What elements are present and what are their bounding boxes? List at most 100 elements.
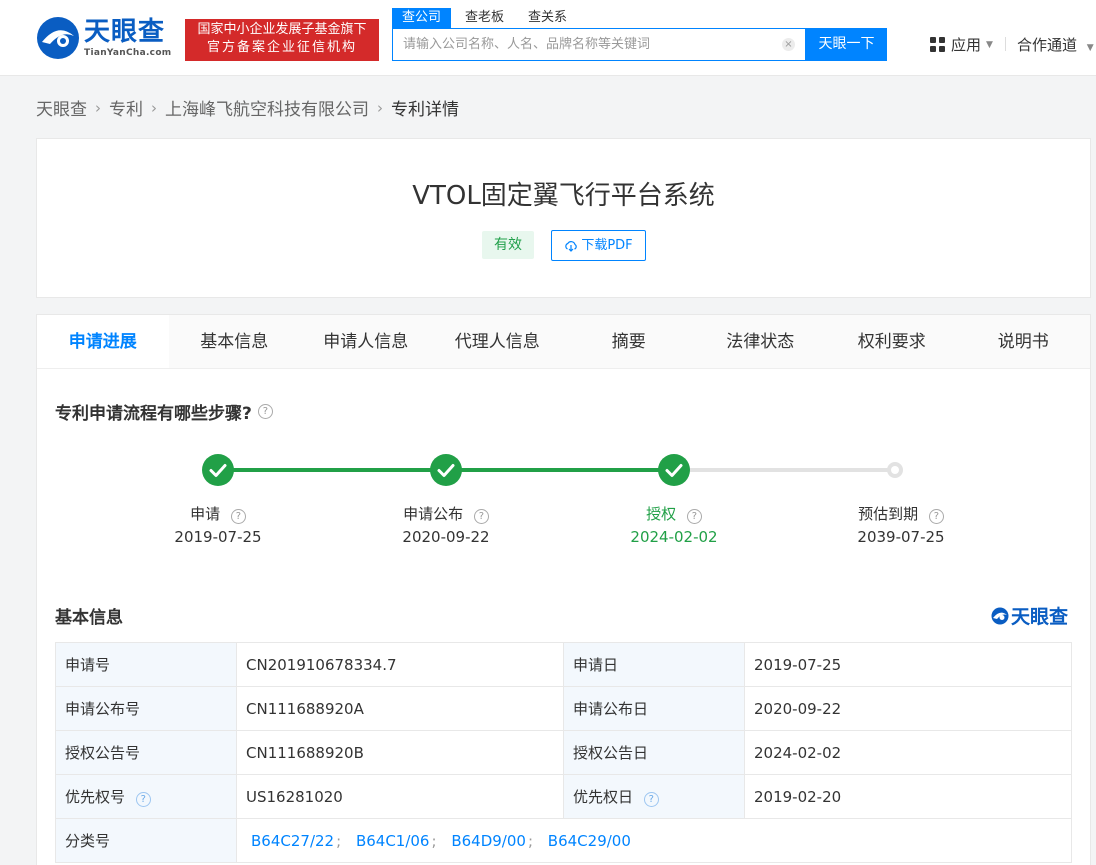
caret-down-icon: ▼	[1086, 43, 1094, 53]
step-label-text: 预估到期	[858, 505, 919, 523]
progress-line-pending	[675, 468, 895, 472]
chevron-right-icon: ›	[377, 98, 383, 117]
chevron-right-icon: ›	[151, 98, 157, 117]
search-input[interactable]	[393, 29, 763, 60]
tab-legal-status[interactable]: 法律状态	[695, 315, 827, 368]
pub-no-label: 申请公布号	[55, 686, 237, 731]
top-header: 天眼查 TianYanCha.com 国家中小企业发展子基金旗下 官方备案企业征…	[0, 0, 1096, 76]
basic-info-table: 申请号 CN201910678334.7 申请日 2019-07-25 申请公布…	[55, 642, 1072, 863]
slogan-line-2: 官方备案企业征信机构	[206, 40, 357, 55]
tab-applicant[interactable]: 申请人信息	[300, 315, 432, 368]
slogan-banner: 国家中小企业发展子基金旗下 官方备案企业征信机构	[185, 19, 379, 61]
search-tab-company[interactable]: 查公司	[392, 8, 452, 28]
logo-text-en: TianYanCha.com	[84, 48, 172, 58]
priority-no-label-text: 优先权号	[65, 788, 126, 806]
class-link[interactable]: B64C27/22	[251, 832, 334, 850]
step-label-publish: 申请公布 ?	[346, 503, 546, 524]
patent-title: VTOL固定翼飞行平台系统	[412, 181, 715, 211]
search-box: ×	[392, 28, 806, 61]
search-tab-boss[interactable]: 查老板	[455, 8, 514, 28]
step-label-text: 授权	[646, 505, 677, 523]
table-row: 优先权号 ? US16281020 优先权日 ? 2019-02-20	[55, 774, 1072, 819]
progress-title-text: 专利申请流程有哪些步骤?	[55, 404, 252, 424]
step-date-expire: 2039-07-25	[857, 528, 945, 546]
pub-date-label: 申请公布日	[563, 686, 745, 731]
table-row: 分类号 B64C27/22; B64C1/06; B64D9/00; B64C2…	[55, 818, 1072, 863]
status-badge: 有效	[482, 231, 534, 259]
partner-menu[interactable]: 合作通道 ▼	[1017, 34, 1094, 55]
step-date-grant: 2024-02-02	[630, 528, 718, 546]
progress-stepper: 申请 ? 2019-07-25 申请公布 ? 2020-09-22 授权 ? 2…	[37, 435, 1090, 555]
tab-agent[interactable]: 代理人信息	[432, 315, 564, 368]
class-link[interactable]: B64D9/00	[451, 832, 526, 850]
partner-label: 合作通道	[1017, 36, 1078, 54]
tab-specification[interactable]: 说明书	[958, 315, 1090, 368]
grant-no-label: 授权公告号	[55, 730, 237, 775]
breadcrumb-company[interactable]: 上海峰飞航空科技有限公司	[165, 95, 369, 120]
progress-section-title: 专利申请流程有哪些步骤? ?	[55, 399, 273, 424]
download-pdf-label: 下载PDF	[581, 238, 633, 253]
patent-detail-card: 申请进展 基本信息 申请人信息 代理人信息 摘要 法律状态 权利要求 说明书 专…	[36, 314, 1091, 865]
priority-no-value: US16281020	[236, 774, 564, 819]
grant-date-label: 授权公告日	[563, 730, 745, 775]
download-pdf-button[interactable]: 下载PDF	[551, 230, 646, 261]
breadcrumb-patent[interactable]: 专利	[109, 95, 143, 120]
breadcrumb: 天眼查 › 专利 › 上海峰飞航空科技有限公司 › 专利详情	[36, 95, 459, 121]
step-done-check-icon	[430, 454, 462, 486]
help-icon[interactable]: ?	[135, 792, 151, 807]
caret-down-icon: ▼	[986, 39, 993, 50]
tab-basic-info[interactable]: 基本信息	[169, 315, 301, 368]
class-link[interactable]: B64C29/00	[548, 832, 631, 850]
help-icon[interactable]: ?	[928, 509, 944, 524]
step-label-text: 申请	[190, 505, 221, 523]
class-separator: ;	[336, 831, 342, 850]
header-divider	[1005, 37, 1006, 51]
patent-title-card: VTOL固定翼飞行平台系统 有效 下载PDF	[36, 138, 1091, 298]
slogan-line-1: 国家中小企业发展子基金旗下	[197, 22, 367, 37]
grid-apps-icon	[930, 37, 945, 52]
priority-no-label: 优先权号 ?	[55, 774, 237, 819]
grant-no-value: CN111688920B	[236, 730, 564, 775]
priority-date-value: 2019-02-20	[744, 774, 1072, 819]
eye-logo-icon	[991, 607, 1009, 624]
tab-abstract[interactable]: 摘要	[563, 315, 695, 368]
apps-menu[interactable]: 应用 ▼	[930, 34, 993, 55]
eye-logo-icon	[37, 17, 79, 59]
app-date-value: 2019-07-25	[744, 642, 1072, 687]
step-label-text: 申请公布	[403, 505, 464, 523]
brand-watermark-text: 天眼查	[1010, 606, 1068, 628]
tab-claims[interactable]: 权利要求	[826, 315, 958, 368]
grant-date-value: 2024-02-02	[744, 730, 1072, 775]
help-icon[interactable]: ?	[257, 404, 273, 419]
logo-text-cn: 天眼查	[84, 17, 166, 47]
breadcrumb-current: 专利详情	[391, 100, 459, 120]
class-label: 分类号	[55, 818, 237, 863]
class-separator: ;	[527, 831, 534, 850]
chevron-right-icon: ›	[95, 98, 101, 117]
search-type-tabs: 查公司 查老板 查关系	[392, 8, 581, 28]
clear-icon[interactable]: ×	[782, 38, 795, 51]
pub-no-value: CN111688920A	[236, 686, 564, 731]
help-icon[interactable]: ?	[686, 509, 702, 524]
priority-date-label-text: 优先权日	[573, 788, 634, 806]
class-values: B64C27/22; B64C1/06; B64D9/00; B64C29/00	[236, 818, 1072, 863]
table-row: 申请号 CN201910678334.7 申请日 2019-07-25	[55, 642, 1072, 687]
step-done-check-icon	[658, 454, 690, 486]
table-row: 申请公布号 CN111688920A 申请公布日 2020-09-22	[55, 686, 1072, 731]
help-icon[interactable]: ?	[643, 792, 659, 807]
tab-progress[interactable]: 申请进展	[37, 315, 169, 368]
help-icon[interactable]: ?	[473, 509, 489, 524]
step-date-publish: 2020-09-22	[402, 528, 490, 546]
search-tab-relation[interactable]: 查关系	[518, 8, 577, 28]
step-label-apply: 申请 ?	[118, 503, 318, 524]
step-label-expire: 预估到期 ?	[801, 503, 1001, 524]
search-button[interactable]: 天眼一下	[806, 28, 887, 61]
step-pending-dot-icon	[887, 462, 903, 478]
pub-date-value: 2020-09-22	[744, 686, 1072, 731]
site-logo[interactable]: 天眼查 TianYanCha.com	[36, 16, 171, 62]
step-label-grant: 授权 ?	[574, 503, 774, 524]
brand-watermark: 天眼查	[991, 602, 1068, 629]
class-link[interactable]: B64C1/06	[356, 832, 430, 850]
help-icon[interactable]: ?	[230, 509, 246, 524]
breadcrumb-home[interactable]: 天眼查	[36, 95, 87, 120]
